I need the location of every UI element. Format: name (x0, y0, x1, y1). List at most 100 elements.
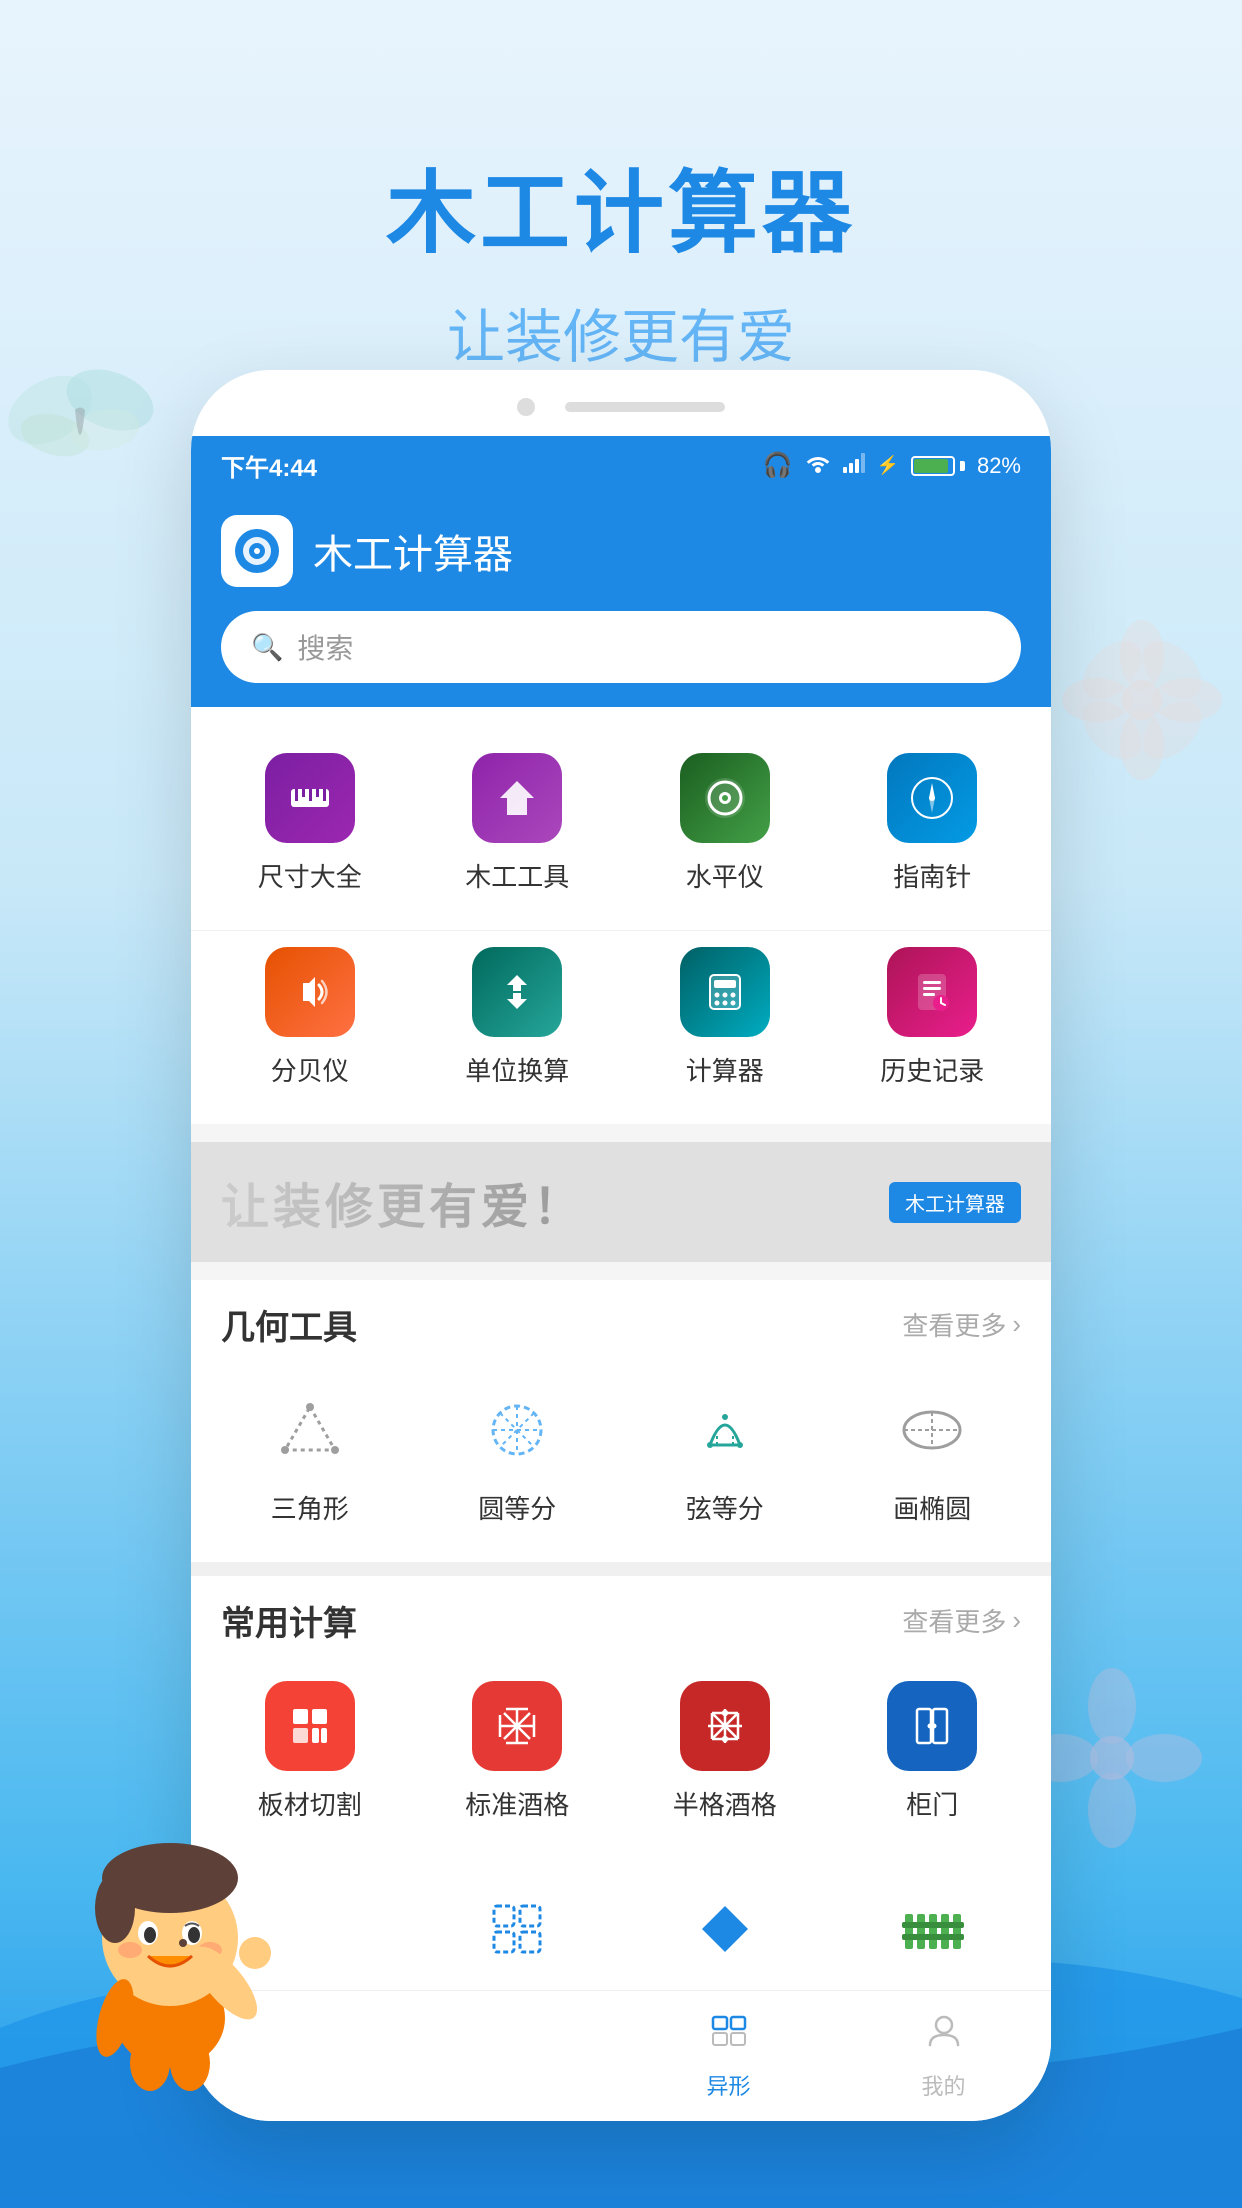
geo-title: 几何工具 (221, 1300, 357, 1349)
battery-indicator (911, 456, 965, 476)
status-time: 下午4:44 (221, 448, 317, 483)
yixing-icon-bottom[interactable] (419, 1868, 617, 1990)
status-bar: 下午4:44 🎧 ⚡ (191, 436, 1051, 495)
tool-lishi[interactable]: 历史记录 (834, 931, 1032, 1104)
flower-decoration-top (1042, 600, 1242, 800)
tool-mugong[interactable]: 木工工具 (419, 737, 617, 910)
lishi-icon (887, 947, 977, 1037)
status-icons: 🎧 ⚡ 82% (763, 451, 1021, 480)
header-area: 木工计算器 让装修更有爱 (0, 0, 1242, 374)
triangle-label: 三角形 (271, 1489, 349, 1526)
mugong-icon (472, 753, 562, 843)
calc-section-header: 常用计算 查看更多 › (191, 1576, 1051, 1655)
ellipse-label: 画椭圆 (893, 1489, 971, 1526)
tool-chicun[interactable]: 尺寸大全 (211, 737, 409, 910)
lishi-label: 历史记录 (880, 1051, 984, 1088)
tab-bar: 异形 我的 (191, 1990, 1051, 2121)
zhinan-icon (887, 753, 977, 843)
calc-grid: 板材切割 标准酒格 (191, 1655, 1051, 1858)
yixing-grid-icon (472, 1884, 562, 1974)
wifi-icon (805, 452, 831, 480)
tab-yixing[interactable]: 异形 (621, 2011, 836, 2101)
calc-title: 常用计算 (221, 1596, 357, 1645)
calc-more-text: 查看更多 (902, 1602, 1006, 1639)
zhinan-label: 指南针 (893, 857, 971, 894)
danwei-icon (472, 947, 562, 1037)
shuiping-label: 水平仪 (686, 857, 764, 894)
app-header: 木工计算器 (191, 495, 1051, 611)
calc-chevron-icon: › (1012, 1605, 1021, 1636)
fence-shape-icon (887, 1884, 977, 1974)
geo-grid: 三角形 圆等分 (191, 1359, 1051, 1562)
calc-half-grid[interactable]: 半格酒格 (626, 1665, 824, 1838)
fence-icon-bottom[interactable] (834, 1868, 1032, 1990)
speaker-dot (517, 398, 535, 416)
signal-icon (843, 452, 865, 480)
bottom-partial-row (191, 1858, 1051, 1990)
mugong-label: 木工工具 (465, 857, 569, 894)
chicun-icon (265, 753, 355, 843)
yixing-tab-icon (709, 2011, 749, 2061)
app-content: 尺寸大全 木工工具 (191, 707, 1051, 2121)
chicun-label: 尺寸大全 (258, 857, 362, 894)
charging-icon: ⚡ (877, 455, 899, 476)
geo-triangle[interactable]: 三角形 (211, 1369, 409, 1542)
circle-div-label: 圆等分 (478, 1489, 556, 1526)
geo-more[interactable]: 查看更多 › (902, 1306, 1021, 1343)
tab-yixing-label: 异形 (706, 2069, 750, 2101)
geo-chevron-icon: › (1012, 1309, 1021, 1340)
standard-grid-label: 标准酒格 (465, 1785, 569, 1822)
calc-more[interactable]: 查看更多 › (902, 1602, 1021, 1639)
mine-tab-icon (924, 2011, 964, 2061)
main-title: 木工计算器 (0, 140, 1242, 270)
chord-div-label: 弦等分 (686, 1489, 764, 1526)
banner: 让装修更有爱！ 木工计算器 (191, 1142, 1051, 1262)
sub-title: 让装修更有爱 (0, 290, 1242, 374)
jisuanqi-label: 计算器 (686, 1051, 764, 1088)
app-header-title: 木工计算器 (313, 522, 513, 580)
tool-fenbei[interactable]: 分贝仪 (211, 931, 409, 1104)
headphone-icon: 🎧 (763, 451, 793, 480)
search-placeholder: 搜索 (297, 627, 353, 667)
geo-section-header: 几何工具 查看更多 › (191, 1280, 1051, 1359)
tool-jisuanqi[interactable]: 计算器 (626, 931, 824, 1104)
fenbei-label: 分贝仪 (271, 1051, 349, 1088)
half-grid-label: 半格酒格 (673, 1785, 777, 1822)
geo-ellipse[interactable]: 画椭圆 (834, 1369, 1032, 1542)
tab-mine[interactable]: 我的 (836, 2011, 1051, 2101)
diamond-shape-icon (680, 1884, 770, 1974)
tool-shuiping[interactable]: 水平仪 (626, 737, 824, 910)
diamond-icon-bottom[interactable] (626, 1868, 824, 1990)
banner-text: 让装修更有爱！ (221, 1167, 585, 1237)
divider1 (191, 1562, 1051, 1576)
cabinet-door-icon (887, 1681, 977, 1771)
shuiping-icon (680, 753, 770, 843)
cartoon-character (30, 1778, 310, 2098)
tools-grid-row2: 分贝仪 单位换算 (191, 930, 1051, 1124)
tool-zhinan[interactable]: 指南针 (834, 737, 1032, 910)
search-bar[interactable]: 🔍 搜索 (221, 611, 1021, 683)
board-cut-icon (265, 1681, 355, 1771)
app-icon (221, 515, 293, 587)
speaker-bar (565, 402, 725, 412)
geo-circle-div[interactable]: 圆等分 (419, 1369, 617, 1542)
calc-standard-grid[interactable]: 标准酒格 (419, 1665, 617, 1838)
ellipse-icon (887, 1385, 977, 1475)
triangle-icon (265, 1385, 355, 1475)
half-grid-icon (680, 1681, 770, 1771)
circle-div-icon (472, 1385, 562, 1475)
fenbei-icon (265, 947, 355, 1037)
battery-percent: 82% (977, 453, 1021, 479)
danwei-label: 单位换算 (465, 1051, 569, 1088)
phone-mockup: 下午4:44 🎧 ⚡ (191, 370, 1051, 2121)
search-area: 🔍 搜索 (191, 611, 1051, 707)
geo-chord-div[interactable]: 弦等分 (626, 1369, 824, 1542)
chord-div-icon (680, 1385, 770, 1475)
standard-grid-icon (472, 1681, 562, 1771)
tab-mine-label: 我的 (921, 2069, 965, 2101)
search-icon: 🔍 (251, 632, 283, 663)
phone-top-bar (191, 370, 1051, 436)
jisuanqi-icon (680, 947, 770, 1037)
calc-cabinet-door[interactable]: 柜门 (834, 1665, 1032, 1838)
tool-danwei[interactable]: 单位换算 (419, 931, 617, 1104)
